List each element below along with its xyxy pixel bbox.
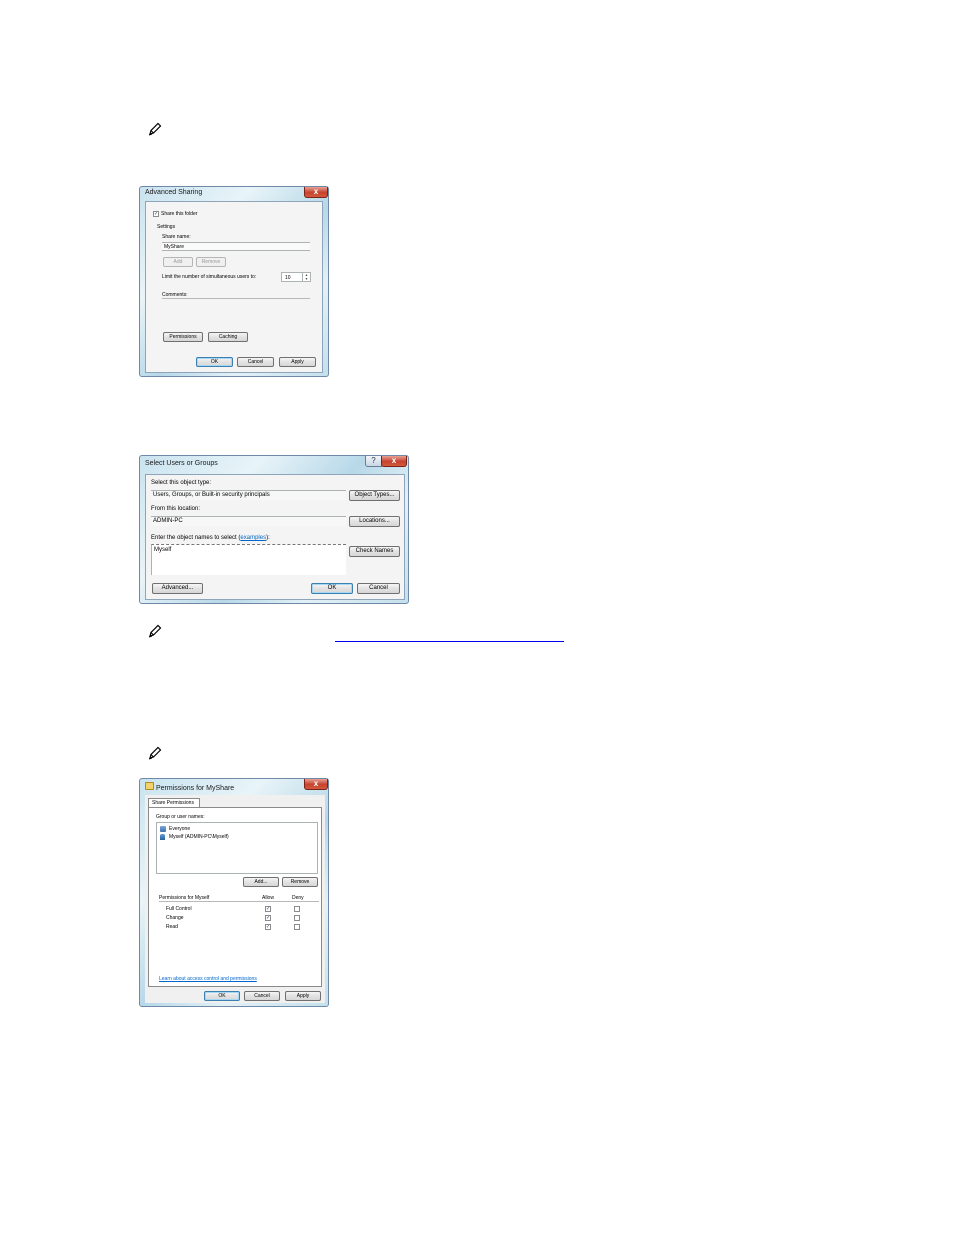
learn-access-control-link[interactable]: Learn about access control and permissio… (159, 976, 257, 982)
apply-button[interactable]: Apply (279, 357, 316, 367)
limit-users-label: Limit the number of simultaneous users t… (162, 274, 257, 280)
spin-arrows-icon[interactable]: ▴ ▾ (302, 273, 310, 281)
advanced-sharing-dialog: Advanced Sharing x ✓ Share this folder S… (139, 186, 329, 377)
enter-names-label: Enter the object names to select (exampl… (151, 535, 270, 541)
group-users-label: Group or user names: (156, 814, 205, 820)
dialog-title: Select Users or Groups (145, 460, 218, 467)
pencil-note-icon (148, 746, 162, 760)
add-button[interactable]: Add... (243, 877, 279, 887)
caching-button[interactable]: Caching (208, 332, 248, 342)
user-icon (160, 834, 165, 840)
location-label: From this location: (151, 506, 201, 512)
permissions-dialog: Permissions for MyShare x Share Permissi… (139, 778, 329, 1007)
folder-icon (145, 782, 154, 790)
ok-button[interactable]: OK (204, 991, 240, 1001)
settings-label: Settings (157, 224, 176, 230)
dialog-body: Share Permissions Group or user names: E… (145, 795, 325, 1003)
comments-field[interactable] (162, 298, 310, 299)
share-name-input[interactable]: MyShare (162, 242, 310, 251)
share-name-value: MyShare (164, 244, 185, 250)
select-users-dialog: Select Users or Groups ? x Select this o… (139, 455, 409, 604)
tab-panel: Group or user names: Everyone Myself (AD… (148, 807, 322, 987)
permission-name: Change (166, 915, 184, 921)
pencil-note-icon (148, 624, 162, 638)
allow-full-control-checkbox[interactable]: ✓ (265, 906, 271, 912)
help-button[interactable]: ? (365, 456, 382, 467)
add-button[interactable]: Add (163, 257, 193, 267)
note-link[interactable] (335, 641, 564, 642)
enter-names-suffix: ): (266, 535, 270, 541)
deny-read-checkbox[interactable] (294, 924, 300, 930)
dialog-title: Permissions for MyShare (156, 785, 235, 792)
ok-button[interactable]: OK (311, 583, 353, 594)
object-names-input[interactable]: Myself (151, 544, 346, 575)
permission-name: Read (166, 924, 178, 930)
group-icon (160, 826, 166, 832)
enter-names-text: Enter the object names to select ( (151, 535, 241, 541)
allow-change-checkbox[interactable]: ✓ (265, 915, 271, 921)
check-names-button[interactable]: Check Names (349, 546, 400, 557)
object-type-label: Select this object type: (151, 480, 212, 486)
pencil-note-icon (148, 122, 162, 136)
allow-read-checkbox[interactable]: ✓ (265, 924, 271, 930)
share-folder-label: Share this folder (161, 211, 198, 217)
object-type-field: Users, Groups, or Built-in security prin… (151, 490, 346, 500)
examples-link[interactable]: examples (240, 535, 266, 541)
share-folder-checkbox[interactable]: ✓ (153, 211, 159, 217)
apply-button[interactable]: Apply (285, 991, 321, 1001)
share-name-label: Share name: (162, 234, 191, 240)
user-name: Everyone (169, 826, 191, 832)
locations-button[interactable]: Locations... (349, 516, 400, 527)
object-types-button[interactable]: Object Types... (349, 490, 400, 501)
close-button[interactable]: x (381, 456, 407, 467)
limit-users-value: 10 (285, 275, 291, 281)
tab-label: Share Permissions (152, 800, 194, 806)
remove-button[interactable]: Remove (196, 257, 226, 267)
user-list[interactable]: Everyone Myself (ADMIN-PC\Myself) (156, 822, 318, 874)
dialog-body: ✓ Share this folder Settings Share name:… (145, 201, 323, 373)
permission-name: Full Control (166, 906, 192, 912)
object-type-value: Users, Groups, or Built-in security prin… (153, 492, 270, 498)
close-button[interactable]: x (304, 779, 328, 790)
dialog-body: Select this object type: Users, Groups, … (145, 474, 405, 600)
ok-button[interactable]: OK (196, 357, 233, 367)
cancel-button[interactable]: Cancel (244, 991, 280, 1001)
tab-share-permissions[interactable]: Share Permissions (148, 798, 200, 807)
permissions-button[interactable]: Permissions (163, 332, 203, 342)
user-name: Myself (ADMIN-PC\Myself) (169, 834, 229, 840)
close-button[interactable]: x (304, 187, 328, 198)
location-value: ADMIN-PC (153, 518, 183, 524)
remove-button[interactable]: Remove (282, 877, 318, 887)
deny-change-checkbox[interactable] (294, 915, 300, 921)
object-names-value: Myself (154, 547, 172, 553)
cancel-button[interactable]: Cancel (237, 357, 274, 367)
location-field: ADMIN-PC (151, 516, 346, 526)
deny-full-control-checkbox[interactable] (294, 906, 300, 912)
advanced-button[interactable]: Advanced... (152, 583, 203, 594)
cancel-button[interactable]: Cancel (357, 583, 400, 594)
limit-users-stepper[interactable]: 10 ▴ ▾ (281, 272, 311, 282)
permissions-divider (159, 901, 319, 902)
dialog-title: Advanced Sharing (145, 189, 203, 196)
